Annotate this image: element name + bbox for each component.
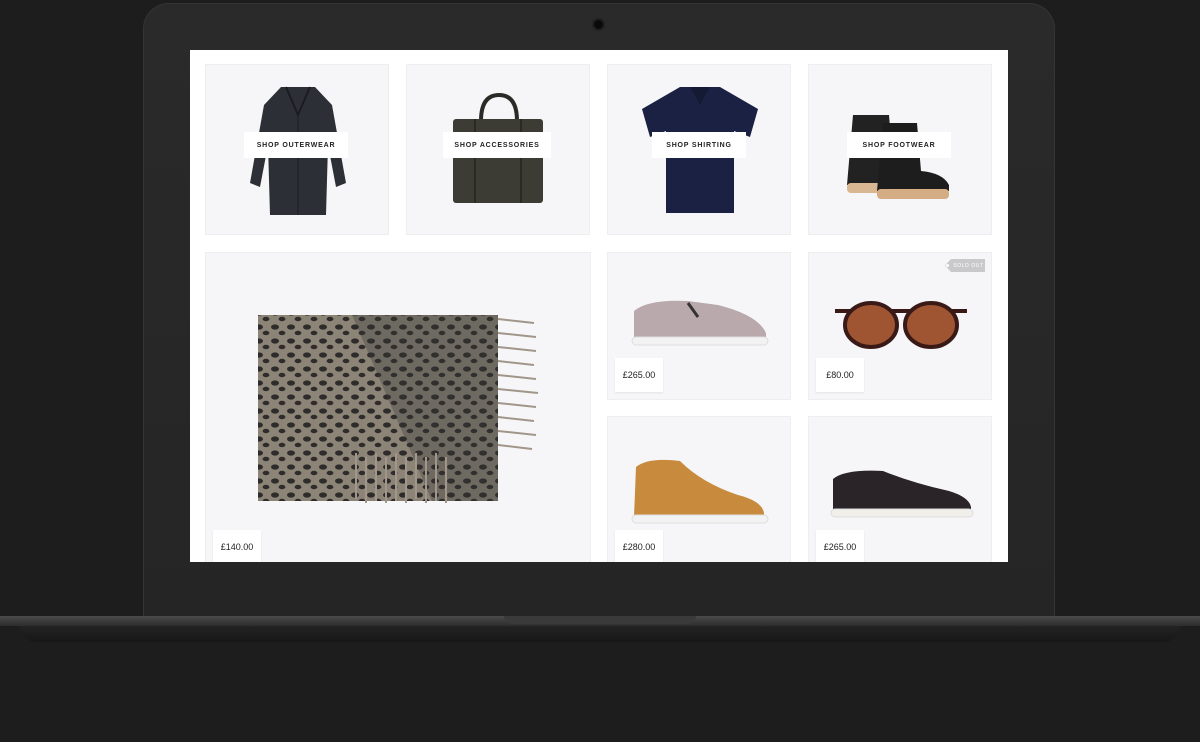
laptop-base-shadow <box>20 626 1180 642</box>
category-tile-footwear[interactable]: Shop Footwear <box>808 64 992 235</box>
price-tag: £265.00 <box>615 358 663 392</box>
category-tile-outerwear[interactable]: Shop Outerwear <box>205 64 389 235</box>
product-tile-slip-on-sneaker[interactable]: £265.00 <box>607 252 791 400</box>
shop-shirting-button[interactable]: Shop Shirting <box>652 132 746 158</box>
product-tile-sunglasses[interactable]: Sold out £80.00 <box>808 252 992 400</box>
price-tag: £140.00 <box>213 530 261 562</box>
price-tag: £80.00 <box>816 358 864 392</box>
price-tag: £280.00 <box>615 530 663 562</box>
screen: Shop Outerwear Shop Accessories Shop Shi… <box>190 50 1008 562</box>
product-tile-leather-sneaker[interactable]: £265.00 <box>808 416 992 562</box>
category-tile-accessories[interactable]: Shop Accessories <box>406 64 590 235</box>
shop-footwear-button[interactable]: Shop Footwear <box>847 132 951 158</box>
laptop-notch <box>504 616 696 624</box>
shop-accessories-button[interactable]: Shop Accessories <box>443 132 551 158</box>
camera-icon <box>594 20 603 29</box>
product-tile-scarf[interactable]: £140.00 <box>205 252 591 562</box>
sold-out-badge: Sold out <box>945 259 985 272</box>
product-tile-suede-sneaker[interactable]: £280.00 <box>607 416 791 562</box>
dot-icon <box>946 264 950 267</box>
shop-outerwear-button[interactable]: Shop Outerwear <box>244 132 348 158</box>
scarf-icon <box>258 315 539 503</box>
category-tile-shirting[interactable]: Shop Shirting <box>607 64 791 235</box>
price-tag: £265.00 <box>816 530 864 562</box>
